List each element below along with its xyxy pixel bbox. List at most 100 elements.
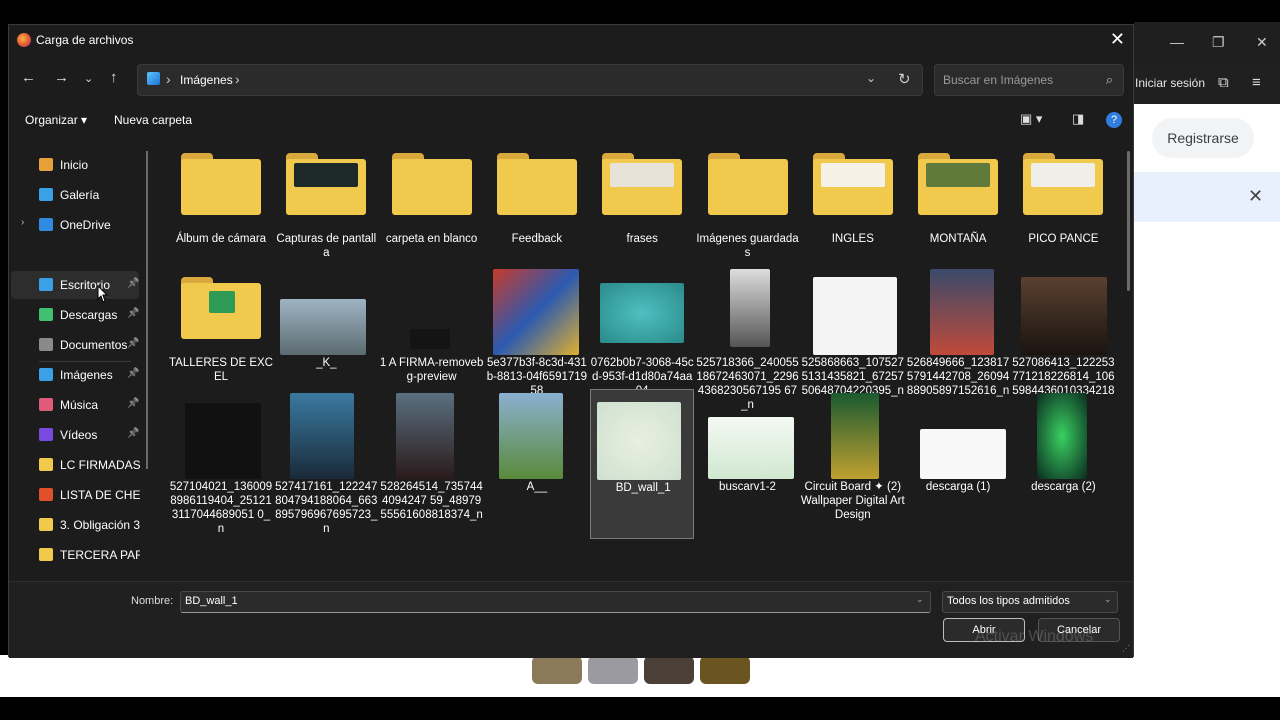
sidebar-item[interactable]: TERCERA PARTE xyxy=(11,541,140,569)
dialog-titlebar: Carga de archivos ✕ xyxy=(9,25,1133,55)
file-name-label: INGLES xyxy=(831,233,874,245)
file-name-label: Circuit Board ✦ (2) Wallpaper Digital Ar… xyxy=(800,481,905,521)
sidebar-item-label: Inicio xyxy=(60,158,89,172)
taskbar-thumbnail[interactable] xyxy=(532,656,582,684)
file-name-label: Capturas de pantalla xyxy=(276,233,377,259)
image-file-item[interactable]: 528264514_7357444094247 59_4897955561608… xyxy=(380,389,484,539)
chevron-down-icon[interactable]: ⌄ xyxy=(1104,594,1112,605)
check-icon xyxy=(39,488,53,501)
sidebar-item[interactable]: Descargas 📌 xyxy=(11,301,139,329)
breadcrumb-images[interactable]: Imágenes xyxy=(180,73,233,87)
breadcrumb-chevron-icon[interactable]: › xyxy=(235,71,240,87)
image-file-item[interactable]: descarga (2) xyxy=(1011,389,1115,539)
file-name-label: Álbum de cámara xyxy=(175,233,267,245)
folder-icon xyxy=(39,548,53,561)
image-thumbnail xyxy=(492,269,579,355)
gallery-icon xyxy=(39,188,53,201)
sidebar-item[interactable]: Galería xyxy=(11,181,139,209)
sidebar-item-label: LC FIRMADAS xyxy=(60,458,140,472)
login-link[interactable]: Iniciar sesión xyxy=(1135,76,1205,90)
resize-grip-icon[interactable]: ⋰ xyxy=(1122,644,1130,653)
sidebar-item[interactable]: LC FIRMADAS xyxy=(11,451,140,479)
minimize-icon[interactable]: — xyxy=(1170,34,1184,50)
mouse-cursor-icon xyxy=(97,285,109,303)
image-thumbnail xyxy=(597,402,682,480)
sidebar-item[interactable]: Imágenes 📌 xyxy=(11,361,139,389)
file-name-label: MONTAÑA xyxy=(929,233,987,245)
sidebar-item[interactable]: Música 📌 xyxy=(11,391,139,419)
taskbar-thumbnail[interactable] xyxy=(644,656,694,684)
file-type-select[interactable]: Todos los tipos admitidos xyxy=(942,591,1118,613)
image-file-item[interactable]: Circuit Board ✦ (2) Wallpaper Digital Ar… xyxy=(801,389,905,539)
file-name-label: descarga (2) xyxy=(1031,481,1096,493)
file-name-label: _K_ xyxy=(316,357,337,369)
breadcrumb-chevron-icon[interactable]: › xyxy=(166,71,171,87)
up-icon[interactable]: ↑ xyxy=(110,69,118,86)
sidebar-item[interactable]: LISTA DE CHEQU xyxy=(11,481,140,509)
image-thumbnail xyxy=(930,269,995,355)
file-name-label: TALLERES DE EXCEL xyxy=(169,357,273,383)
sidebar-item-label: OneDrive xyxy=(60,218,111,232)
folder-icon xyxy=(391,153,472,215)
sidebar-item[interactable]: › OneDrive xyxy=(11,211,139,239)
taskbar-thumbnail[interactable] xyxy=(700,656,750,684)
pin-icon: 📌 xyxy=(127,398,140,409)
image-thumbnail xyxy=(1037,393,1088,479)
image-thumbnail xyxy=(409,329,450,349)
help-icon[interactable]: ? xyxy=(1106,112,1122,128)
taskbar-strip xyxy=(0,655,1280,698)
document-icon xyxy=(39,338,53,351)
filename-field[interactable]: BD_wall_1 xyxy=(180,591,931,613)
image-file-item[interactable]: BD_wall_1 xyxy=(590,389,695,539)
folder-icon xyxy=(39,458,53,471)
register-button[interactable]: Registrarse xyxy=(1152,118,1254,158)
menu-icon[interactable]: ≡ xyxy=(1252,74,1261,91)
view-options-icon[interactable]: ▣ ▾ xyxy=(1020,111,1042,127)
close-icon[interactable]: ✕ xyxy=(1256,34,1268,51)
extensions-icon[interactable]: ⧉ xyxy=(1218,74,1238,94)
dialog-close-icon[interactable]: ✕ xyxy=(1110,29,1125,50)
file-name-label: 528264514_7357444094247 59_4897955561608… xyxy=(380,481,483,521)
chevron-down-icon[interactable]: ⌄ xyxy=(866,71,876,85)
sidebar-scrollbar[interactable] xyxy=(146,151,148,469)
content-scrollbar[interactable] xyxy=(1127,151,1130,291)
maximize-icon[interactable]: ❐ xyxy=(1212,34,1225,51)
taskbar-thumbnail[interactable] xyxy=(588,656,638,684)
pin-icon: 📌 xyxy=(127,428,140,439)
refresh-icon[interactable]: ↻ xyxy=(898,70,911,88)
sidebar-item[interactable]: Documentos 📌 xyxy=(11,331,139,359)
image-file-item[interactable]: buscarv1-2 xyxy=(696,389,800,539)
file-name-label: 527104021_1360098986119404_2512131170446… xyxy=(169,481,273,535)
organize-button[interactable]: Organizar ▾ xyxy=(25,113,87,127)
firefox-icon xyxy=(17,33,31,47)
back-icon[interactable]: ← xyxy=(21,69,36,86)
image-thumbnail xyxy=(600,283,685,343)
search-icon[interactable]: ⌕ xyxy=(1106,72,1113,88)
preview-pane-icon[interactable]: ◨ xyxy=(1072,111,1084,127)
expand-chevron-icon[interactable]: › xyxy=(21,217,24,228)
sidebar-item[interactable]: Inicio xyxy=(11,151,139,179)
image-thumbnail xyxy=(729,269,770,347)
folder-icon xyxy=(286,153,367,215)
pin-icon: 📌 xyxy=(127,278,140,289)
sidebar-item[interactable]: 3. Obligación 3. xyxy=(11,511,140,539)
sidebar-item[interactable]: Escritorio 📌 xyxy=(11,271,139,299)
address-bar[interactable]: › Imágenes › ⌄ ↻ xyxy=(137,64,923,96)
image-thumbnail xyxy=(812,277,897,355)
recent-locations-icon[interactable]: ⌄ xyxy=(84,72,93,85)
image-file-item[interactable]: A__ xyxy=(485,389,589,539)
sidebar-item-label: LISTA DE CHEQU xyxy=(60,488,140,502)
cloud-icon xyxy=(39,218,53,231)
banner-close-icon[interactable]: ✕ xyxy=(1248,186,1263,207)
sidebar-item[interactable]: Vídeos 📌 xyxy=(11,421,139,449)
new-folder-button[interactable]: Nueva carpeta xyxy=(114,113,192,127)
image-file-item[interactable]: 527417161_122247804794188064_66389579696… xyxy=(274,389,378,539)
chevron-down-icon[interactable]: ⌄ xyxy=(916,594,924,605)
forward-icon[interactable]: → xyxy=(54,69,69,86)
download-icon xyxy=(39,308,53,321)
image-thumbnail xyxy=(707,417,794,479)
search-input[interactable]: Buscar en Imágenes ⌕ xyxy=(934,64,1124,96)
image-file-item[interactable]: descarga (1) xyxy=(906,389,1010,539)
image-file-item[interactable]: 527104021_1360098986119404_2512131170446… xyxy=(169,389,273,539)
pin-icon: 📌 xyxy=(127,368,140,379)
